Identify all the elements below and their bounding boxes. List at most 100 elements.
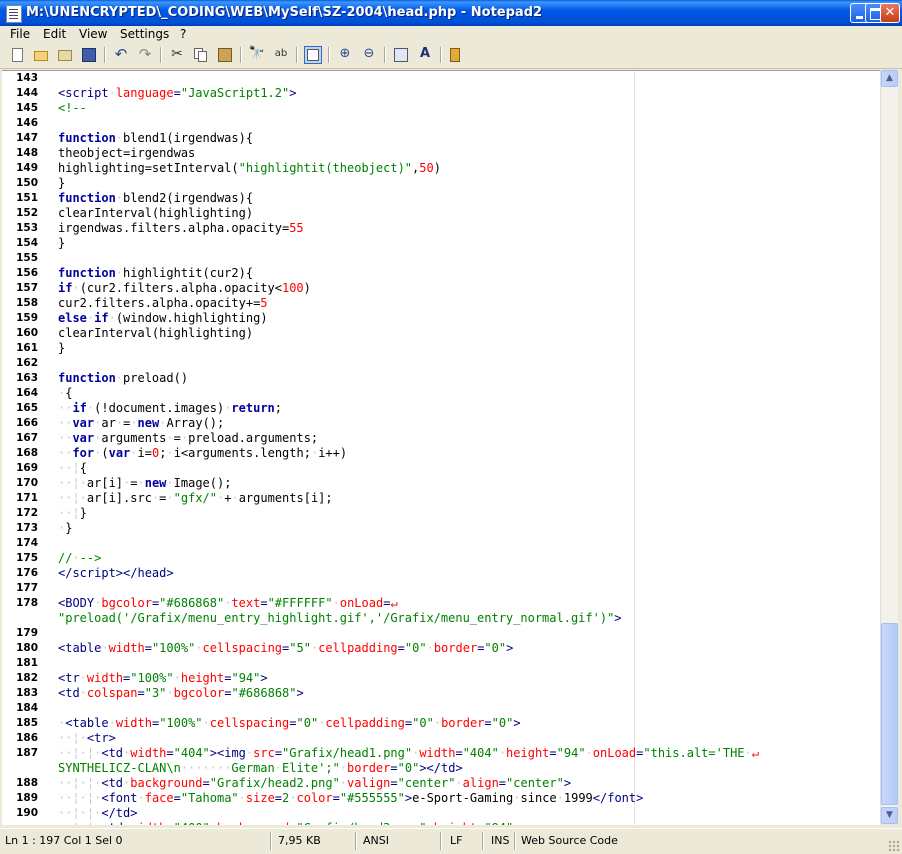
menu-settings[interactable]: Settings bbox=[120, 27, 169, 41]
code-line[interactable]: 143 bbox=[2, 71, 880, 86]
code-line[interactable]: 155 bbox=[2, 251, 880, 266]
code-line[interactable]: 145 <!-- bbox=[2, 101, 880, 116]
customize-schemes-icon[interactable]: A bbox=[416, 46, 434, 64]
replace-icon[interactable]: ab bbox=[272, 46, 290, 64]
code-line[interactable]: 178 <BODY·bgcolor="#686868"·text="#FFFFFF… bbox=[2, 596, 880, 611]
code-line[interactable]: SYNTHELICZ-CLAN\n·······German·Elite';"·… bbox=[2, 761, 880, 776]
code-line[interactable]: 170 ··¦·ar[i]·=·new·Image(); bbox=[2, 476, 880, 491]
menu-edit[interactable]: Edit bbox=[43, 27, 66, 41]
code-line[interactable]: 177 bbox=[2, 581, 880, 596]
code-line[interactable]: 152 clearInterval(highlighting) bbox=[2, 206, 880, 221]
code-line[interactable]: 180 <table·width="100%"·cellspacing="5"·c… bbox=[2, 641, 880, 656]
code-line[interactable]: 165 ··if·(!document.images)·return; bbox=[2, 401, 880, 416]
scroll-down-button[interactable]: ▼ bbox=[881, 807, 898, 824]
code-line[interactable]: 187 ··¦·¦·<td·width="404"><img·src="Grafi… bbox=[2, 746, 880, 761]
code-line[interactable]: 154} bbox=[2, 236, 880, 251]
code-line[interactable]: 151 function·blend2(irgendwas){ bbox=[2, 191, 880, 206]
status-line-ending[interactable]: LF bbox=[450, 833, 462, 849]
code-line[interactable]: 150} bbox=[2, 176, 880, 191]
code-line[interactable]: 175 //·--> bbox=[2, 551, 880, 566]
open-folder-icon[interactable] bbox=[32, 46, 50, 64]
new-file-icon[interactable] bbox=[8, 46, 26, 64]
status-encoding[interactable]: ANSI bbox=[363, 833, 389, 849]
code-line[interactable]: 161} bbox=[2, 341, 880, 356]
menu-file[interactable]: File bbox=[10, 27, 30, 41]
code-line[interactable]: 153 irgendwas.filters.alpha.opacity=55 bbox=[2, 221, 880, 236]
line-number: 184 bbox=[16, 702, 38, 714]
code-line[interactable]: 144 <script·language="JavaScript1.2"> bbox=[2, 86, 880, 101]
code-line[interactable]: 167 ··var·arguments·=·preload.arguments; bbox=[2, 431, 880, 446]
copy-icon[interactable] bbox=[192, 46, 210, 64]
code-line[interactable]: 159 else·if·(window.highlighting) bbox=[2, 311, 880, 326]
code-line[interactable]: "preload('/Grafix/menu_entry_highlight.g… bbox=[2, 611, 880, 626]
status-scheme[interactable]: Web Source Code bbox=[521, 833, 618, 849]
line-number: 171 bbox=[16, 492, 38, 504]
code-line[interactable]: 176 </script></head> bbox=[2, 566, 880, 581]
line-text: ··¦·¦·<td·width="404"><img·src="Grafix/h… bbox=[58, 746, 759, 760]
code-line[interactable]: 179 bbox=[2, 626, 880, 641]
redo-icon[interactable]: ↷ bbox=[136, 46, 154, 64]
line-number: 180 bbox=[16, 642, 38, 654]
code-line[interactable]: 168 ··for·(var·i=0;·i<arguments.length;·i… bbox=[2, 446, 880, 461]
menu-bar: File Edit View Settings ? bbox=[0, 26, 902, 44]
code-line[interactable]: 149 highlighting=setInterval("highlightit… bbox=[2, 161, 880, 176]
code-line[interactable]: 188 ··¦·¦·<td·background="Grafix/head2.pn… bbox=[2, 776, 880, 791]
menu-help[interactable]: ? bbox=[180, 27, 186, 41]
close-button[interactable]: ✕ bbox=[880, 3, 900, 23]
code-line[interactable]: ··¦·¦·<td·width="400"·background="Grafix… bbox=[2, 821, 880, 825]
code-line[interactable]: 184 bbox=[2, 701, 880, 716]
line-text: ··¦·¦·<td·background="Grafix/head2.png"·… bbox=[58, 776, 572, 790]
line-text: ··¦{ bbox=[58, 461, 87, 475]
code-line[interactable]: 190 ··¦·¦·</td> bbox=[2, 806, 880, 821]
code-line[interactable]: 166 ··var·ar·=·new·Array(); bbox=[2, 416, 880, 431]
code-line[interactable]: 182 <tr·width="100%"·height="94"> bbox=[2, 671, 880, 686]
line-text: clearInterval(highlighting) bbox=[58, 326, 254, 340]
scroll-up-button[interactable]: ▲ bbox=[881, 70, 898, 87]
notepad-app-icon[interactable] bbox=[6, 5, 22, 23]
find-icon[interactable]: 🔭 bbox=[248, 46, 266, 64]
code-line[interactable]: 172 ··¦} bbox=[2, 506, 880, 521]
browse-icon[interactable] bbox=[56, 46, 74, 64]
line-text: ··for·(var·i=0;·i<arguments.length;·i++) bbox=[58, 446, 348, 460]
code-line[interactable]: 186 ··¦·<tr> bbox=[2, 731, 880, 746]
code-line[interactable]: 148 theobject=irgendwas bbox=[2, 146, 880, 161]
select-scheme-icon[interactable] bbox=[392, 46, 410, 64]
line-text: //·--> bbox=[58, 551, 102, 565]
code-line[interactable]: 163 function·preload() bbox=[2, 371, 880, 386]
undo-icon[interactable]: ↶ bbox=[112, 46, 130, 64]
line-text: } bbox=[58, 176, 66, 190]
code-line[interactable]: 157 if·(cur2.filters.alpha.opacity<100) bbox=[2, 281, 880, 296]
code-line[interactable]: 171 ··¦·ar[i].src·=·"gfx/"·+·arguments[i]… bbox=[2, 491, 880, 506]
code-line[interactable]: 189 ··¦·¦·<font·face="Tahoma"·size=2·colo… bbox=[2, 791, 880, 806]
zoom-out-icon[interactable]: ⊖ bbox=[360, 46, 378, 64]
scroll-thumb[interactable] bbox=[881, 623, 898, 805]
code-line[interactable]: 174 bbox=[2, 536, 880, 551]
vertical-scrollbar[interactable]: ▲ ▼ bbox=[880, 70, 898, 824]
code-line[interactable]: 146 bbox=[2, 116, 880, 131]
cut-icon[interactable]: ✂ bbox=[168, 46, 186, 64]
menu-view[interactable]: View bbox=[79, 27, 107, 41]
zoom-in-icon[interactable]: ⊕ bbox=[336, 46, 354, 64]
code-line[interactable]: 169 ··¦{ bbox=[2, 461, 880, 476]
code-line[interactable]: 162 bbox=[2, 356, 880, 371]
code-line[interactable]: 147 function·blend1(irgendwas){ bbox=[2, 131, 880, 146]
title-bar[interactable]: M:\UNENCRYPTED\_CODING\WEB\MySelf\SZ-200… bbox=[0, 0, 902, 26]
resize-grip[interactable] bbox=[888, 840, 900, 852]
code-line[interactable]: 164 ·{ bbox=[2, 386, 880, 401]
line-number: 163 bbox=[16, 372, 38, 384]
code-line[interactable]: 173 ·} bbox=[2, 521, 880, 536]
line-text: <td·colspan="3"·bgcolor="#686868"> bbox=[58, 686, 304, 700]
save-icon[interactable] bbox=[80, 46, 98, 64]
word-wrap-icon[interactable] bbox=[304, 46, 322, 64]
code-line[interactable]: 158 cur2.filters.alpha.opacity+=5 bbox=[2, 296, 880, 311]
line-text: highlighting=setInterval("highlightit(th… bbox=[58, 161, 441, 175]
paste-icon[interactable] bbox=[216, 46, 234, 64]
code-line[interactable]: 181 bbox=[2, 656, 880, 671]
exit-icon[interactable] bbox=[448, 46, 466, 64]
code-line[interactable]: 160 clearInterval(highlighting) bbox=[2, 326, 880, 341]
code-line[interactable]: 183 <td·colspan="3"·bgcolor="#686868"> bbox=[2, 686, 880, 701]
line-text: ··¦} bbox=[58, 506, 87, 520]
code-line[interactable]: 156 function·highlightit(cur2){ bbox=[2, 266, 880, 281]
text-editor[interactable]: 143 144 <script·language="JavaScript1.2"> 1… bbox=[2, 70, 880, 825]
code-line[interactable]: 185 ·<table·width="100%"·cellspacing="0"·… bbox=[2, 716, 880, 731]
